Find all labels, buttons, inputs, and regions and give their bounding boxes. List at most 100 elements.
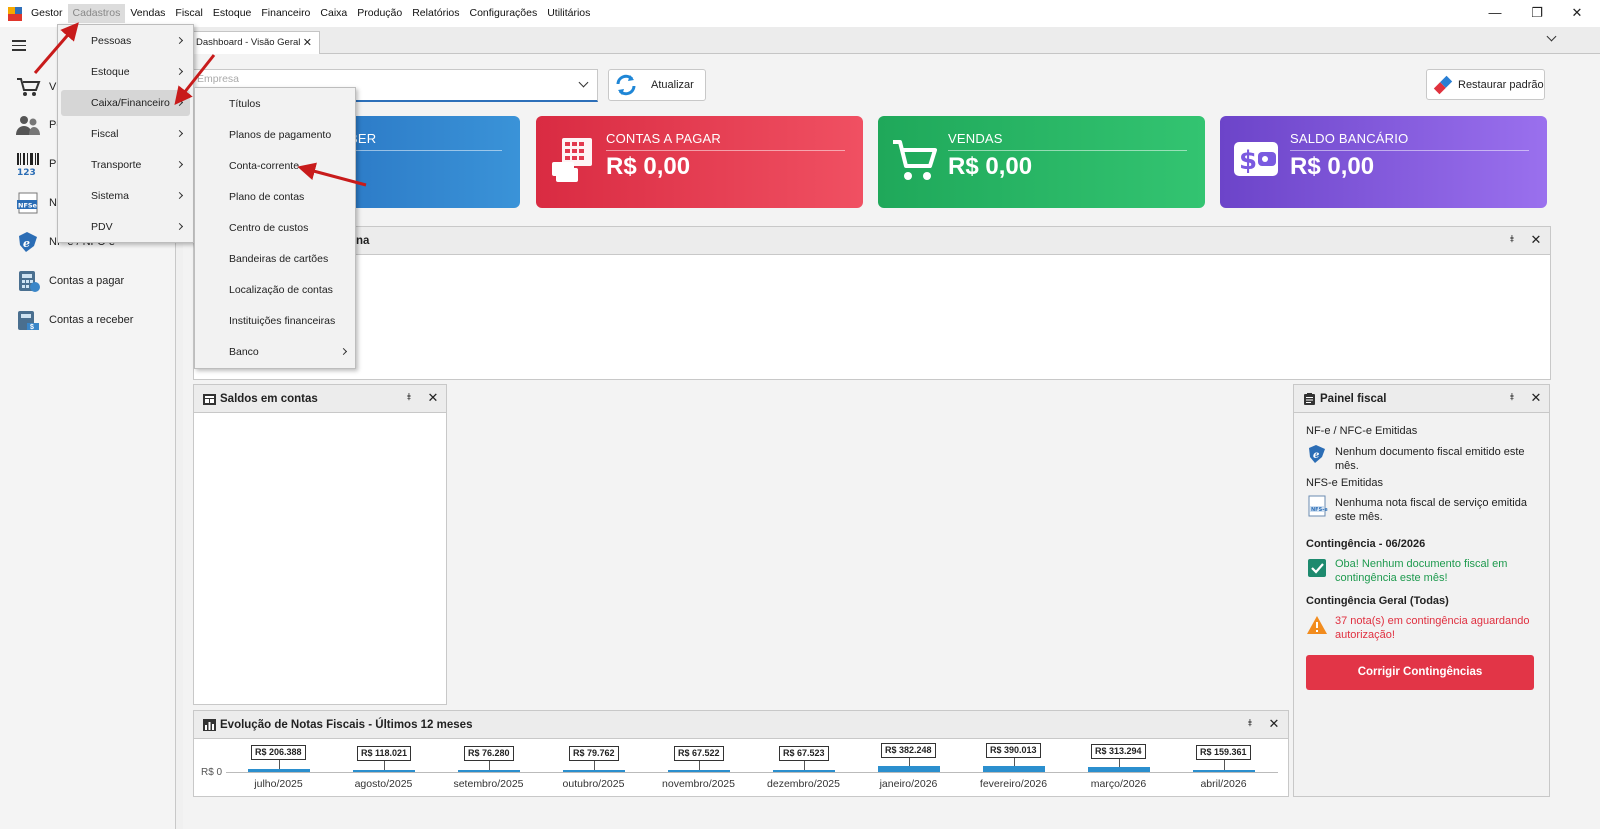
tab-close-icon[interactable]: ✕ bbox=[303, 32, 312, 54]
menu-item-transporte[interactable]: Transporte bbox=[61, 152, 190, 178]
nfse-document-icon: NFS-e bbox=[1308, 495, 1328, 517]
data-label-connector bbox=[803, 761, 805, 770]
menu-item-conta-corrente[interactable]: Conta-corrente bbox=[198, 153, 352, 179]
close-icon[interactable]: ✕ bbox=[1267, 716, 1281, 732]
data-label-connector bbox=[488, 761, 490, 770]
menu-caixa[interactable]: Caixa bbox=[315, 4, 352, 23]
menu-item-label: Estoque bbox=[91, 66, 130, 78]
x-tick-label: agosto/2025 bbox=[354, 778, 413, 790]
menu-item-label: Pessoas bbox=[91, 35, 132, 47]
card-vendas: VENDAS R$ 0,00 bbox=[878, 116, 1205, 208]
panel-title: Saldos em contas bbox=[220, 393, 318, 405]
data-label-connector bbox=[1013, 758, 1015, 766]
svg-text:e: e bbox=[1313, 450, 1319, 461]
menu-item-plano-contas[interactable]: Plano de contas bbox=[198, 184, 352, 210]
menu-item-estoque[interactable]: Estoque bbox=[61, 59, 190, 85]
x-tick-label: outubro/2025 bbox=[562, 778, 625, 790]
close-icon[interactable]: ✕ bbox=[1529, 390, 1543, 406]
pin-icon[interactable]: ⯒ bbox=[1505, 233, 1519, 247]
close-window-button[interactable]: ✕ bbox=[1554, 0, 1600, 27]
menu-item-label: Banco bbox=[229, 346, 259, 358]
sidebar-item-contas-pagar[interactable]: Contas a pagar bbox=[14, 268, 174, 294]
contingency-month-title: Contingência - 06/2026 bbox=[1306, 538, 1426, 550]
nfe-emitted-title: NF-e / NFC-e Emitidas bbox=[1306, 425, 1418, 437]
menu-item-instituicoes-financeiras[interactable]: Instituições financeiras bbox=[198, 308, 352, 334]
pin-icon[interactable]: ⯒ bbox=[1243, 717, 1257, 731]
menu-item-sistema[interactable]: Sistema bbox=[61, 183, 190, 209]
menu-estoque[interactable]: Estoque bbox=[208, 4, 257, 23]
svg-text:NFS-e: NFS-e bbox=[1311, 507, 1328, 513]
close-icon[interactable]: ✕ bbox=[426, 390, 440, 406]
menu-item-banco[interactable]: Banco bbox=[198, 339, 352, 365]
menu-relatorios[interactable]: Relatórios bbox=[407, 4, 464, 23]
chevron-right-icon bbox=[175, 129, 184, 138]
x-tick-label: novembro/2025 bbox=[662, 778, 735, 790]
menu-producao[interactable]: Produção bbox=[352, 4, 407, 23]
minimize-button[interactable]: — bbox=[1472, 0, 1518, 27]
chevron-right-icon bbox=[175, 98, 184, 107]
contingency-general-text: 37 nota(s) em contingência aguardando au… bbox=[1335, 615, 1530, 641]
panel-saldos-em-contas: Saldos em contas ⯒ ✕ bbox=[193, 384, 447, 705]
card-value: R$ 0,00 bbox=[1290, 153, 1375, 180]
x-tick-label: dezembro/2025 bbox=[767, 778, 840, 790]
data-label: R$ 79.762 bbox=[569, 746, 619, 761]
close-icon[interactable]: ✕ bbox=[1529, 232, 1543, 248]
bar-chart-icon bbox=[203, 719, 216, 731]
refresh-label: Atualizar bbox=[651, 79, 694, 91]
menu-item-pdv[interactable]: PDV bbox=[61, 214, 190, 240]
menu-cadastros[interactable]: Cadastros bbox=[67, 4, 126, 23]
menu-utilitarios[interactable]: Utilitários bbox=[542, 4, 595, 23]
restore-default-button[interactable]: Restaurar padrão bbox=[1426, 69, 1545, 100]
x-tick-label: setembro/2025 bbox=[453, 778, 524, 790]
svg-text:$: $ bbox=[1239, 146, 1257, 176]
people-icon bbox=[14, 112, 42, 138]
chart-bar bbox=[1087, 767, 1150, 772]
pin-icon[interactable]: ⯒ bbox=[402, 391, 416, 405]
chevron-right-icon bbox=[175, 191, 184, 200]
menu-item-bandeiras-cartoes[interactable]: Bandeiras de cartões bbox=[198, 246, 352, 272]
panel-header: Evolução de Notas Fiscais - Últimos 12 m… bbox=[194, 711, 1288, 739]
chevron-right-icon bbox=[175, 36, 184, 45]
card-title: VENDAS bbox=[948, 131, 1003, 146]
cart-icon bbox=[14, 74, 42, 100]
card-value: R$ 0,00 bbox=[606, 153, 691, 180]
refresh-icon bbox=[616, 74, 636, 96]
menu-item-planos-pagamento[interactable]: Planos de pagamento bbox=[198, 122, 352, 148]
card-divider bbox=[606, 150, 845, 151]
menu-item-pessoas[interactable]: Pessoas bbox=[61, 28, 190, 54]
tab-overflow-chevron-icon[interactable] bbox=[1546, 31, 1558, 43]
chevron-right-icon bbox=[175, 160, 184, 169]
sidebar-item-contas-receber[interactable]: $ Contas a receber bbox=[14, 307, 174, 333]
pin-icon[interactable]: ⯒ bbox=[1505, 391, 1519, 405]
hamburger-menu-icon[interactable] bbox=[12, 40, 26, 54]
menu-item-label: Fiscal bbox=[91, 128, 119, 140]
chart-bar bbox=[877, 766, 940, 772]
menu-vendas[interactable]: Vendas bbox=[125, 4, 170, 23]
menu-item-titulos[interactable]: Títulos bbox=[198, 91, 352, 117]
check-icon bbox=[1308, 559, 1326, 577]
menu-item-localizacao-contas[interactable]: Localização de contas bbox=[198, 277, 352, 303]
menu-gestor[interactable]: Gestor bbox=[26, 4, 68, 23]
card-divider bbox=[948, 150, 1187, 151]
chart-bar bbox=[772, 770, 835, 772]
data-label: R$ 206.388 bbox=[251, 745, 306, 760]
data-label: R$ 67.522 bbox=[674, 746, 724, 761]
contingency-month-text: Oba! Nenhum documento fiscal em contingê… bbox=[1335, 558, 1508, 584]
chart-bar bbox=[352, 770, 415, 772]
refresh-button[interactable]: Atualizar bbox=[608, 69, 706, 101]
panel-title: Painel fiscal bbox=[1320, 393, 1387, 405]
tab-dashboard[interactable]: Dashboard - Visão Geral ✕ bbox=[190, 31, 320, 55]
menu-item-fiscal[interactable]: Fiscal bbox=[61, 121, 190, 147]
data-label-connector bbox=[593, 761, 595, 770]
menu-fiscal[interactable]: Fiscal bbox=[170, 4, 207, 23]
warning-icon bbox=[1307, 616, 1327, 634]
menu-item-label: Caixa/Financeiro bbox=[91, 97, 170, 109]
svg-text:e: e bbox=[23, 237, 30, 250]
menu-item-caixa-financeiro[interactable]: Caixa/Financeiro bbox=[61, 90, 190, 116]
menu-financeiro[interactable]: Financeiro bbox=[256, 4, 315, 23]
fix-contingencies-button[interactable]: Corrigir Contingências bbox=[1306, 655, 1534, 690]
data-label: R$ 313.294 bbox=[1091, 744, 1146, 759]
menu-item-centro-custos[interactable]: Centro de custos bbox=[198, 215, 352, 241]
menu-configuracoes[interactable]: Configurações bbox=[465, 4, 543, 23]
bank-statement-icon bbox=[203, 394, 216, 405]
